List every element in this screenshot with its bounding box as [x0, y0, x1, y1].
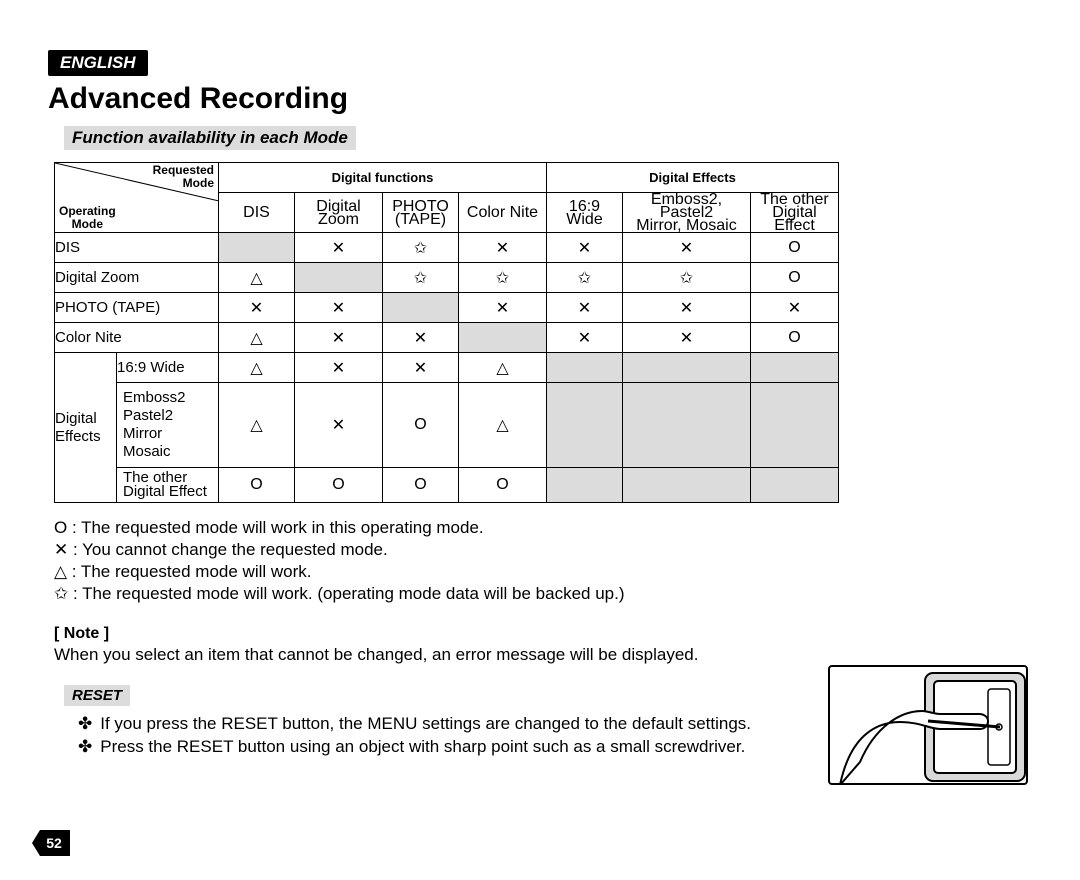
row-colornite: Color Nite: [55, 323, 219, 353]
legend-tri: △ : The requested mode will work.: [54, 561, 1032, 583]
col-photo: PHOTO(TAPE): [383, 193, 459, 233]
reset-illustration: [828, 665, 1028, 785]
row-group-digital-effects: Digital Effects: [55, 353, 117, 503]
cell: ✕: [547, 293, 623, 323]
cell: ✕: [547, 323, 623, 353]
row-wide: 16:9 Wide: [117, 353, 219, 383]
cell: ✩: [383, 233, 459, 263]
cell: △: [219, 353, 295, 383]
col-other: The otherDigital Effect: [751, 193, 839, 233]
cell: ✕: [295, 353, 383, 383]
table-row: DIS ✕ ✩ ✕ ✕ ✕ O: [55, 233, 839, 263]
cell: ✕: [623, 293, 751, 323]
page-title: Advanced Recording: [48, 82, 1032, 116]
cell: O: [295, 468, 383, 503]
cell: ✕: [383, 353, 459, 383]
cell: ✕: [751, 293, 839, 323]
page-number-badge: 52: [32, 830, 70, 856]
col-emboss: Emboss2, Pastel2Mirror, Mosaic: [623, 193, 751, 233]
cell: ✕: [383, 323, 459, 353]
section-subheading: Function availability in each Mode: [64, 126, 356, 150]
legend-x: ✕ : You cannot change the requested mode…: [54, 539, 1032, 561]
cell: ✩: [623, 263, 751, 293]
reset-heading: RESET: [64, 685, 130, 706]
cell: ✕: [295, 293, 383, 323]
cell: ✕: [459, 293, 547, 323]
corner-operating: Operating: [59, 204, 116, 218]
cell: △: [459, 353, 547, 383]
cell: ✕: [459, 233, 547, 263]
col-dzoom: Digital Zoom: [295, 193, 383, 233]
note-body: When you select an item that cannot be c…: [54, 645, 1032, 665]
availability-table: RequestedMode OperatingMode Digital func…: [54, 162, 839, 503]
reset-bullet-2: ✤Press the RESET button using an object …: [78, 735, 751, 758]
diamond-bullet-icon: ✤: [78, 737, 92, 756]
cell: ✕: [547, 233, 623, 263]
corner-requested: Requested: [153, 163, 214, 177]
legend-star: ✩ : The requested mode will work. (opera…: [54, 583, 1032, 605]
table-row: Digital Effects 16:9 Wide △ ✕ ✕ △: [55, 353, 839, 383]
corner-header: RequestedMode OperatingMode: [55, 163, 219, 233]
cell: ✕: [219, 293, 295, 323]
group-digital-functions: Digital functions: [219, 163, 547, 193]
row-other: The otherDigital Effect: [117, 468, 219, 503]
reset-list: ✤If you press the RESET button, the MENU…: [78, 712, 751, 758]
cell: ✕: [295, 233, 383, 263]
cell: O: [751, 233, 839, 263]
row-dzoom: Digital Zoom: [55, 263, 219, 293]
cell: △: [219, 383, 295, 468]
cell: O: [459, 468, 547, 503]
cell: ✩: [459, 263, 547, 293]
col-dis: DIS: [219, 193, 295, 233]
legend-o: O : The requested mode will work in this…: [54, 517, 1032, 539]
cell: ✕: [623, 233, 751, 263]
table-row: PHOTO (TAPE) ✕ ✕ ✕ ✕ ✕ ✕: [55, 293, 839, 323]
cell: ✕: [295, 323, 383, 353]
language-tag: ENGLISH: [48, 50, 148, 76]
col-wide: 16:9Wide: [547, 193, 623, 233]
group-digital-effects: Digital Effects: [547, 163, 839, 193]
row-photo: PHOTO (TAPE): [55, 293, 219, 323]
cell: O: [751, 323, 839, 353]
cell: O: [383, 383, 459, 468]
legend: O : The requested mode will work in this…: [54, 517, 1032, 605]
note-heading: [ Note ]: [54, 625, 1032, 643]
diamond-bullet-icon: ✤: [78, 714, 92, 733]
cell: ✩: [383, 263, 459, 293]
cell: O: [751, 263, 839, 293]
table-row: Emboss2Pastel2MirrorMosaic △ ✕ O △: [55, 383, 839, 468]
row-dis: DIS: [55, 233, 219, 263]
reset-bullet-1: ✤If you press the RESET button, the MENU…: [78, 712, 751, 735]
cell: △: [219, 323, 295, 353]
cell: O: [219, 468, 295, 503]
cell: △: [459, 383, 547, 468]
page-number: 52: [46, 835, 62, 851]
corner-mode-top: Mode: [183, 176, 214, 190]
cell: ✕: [295, 383, 383, 468]
row-emboss: Emboss2Pastel2MirrorMosaic: [117, 383, 219, 468]
cell: O: [383, 468, 459, 503]
corner-mode-bottom: Mode: [72, 217, 103, 231]
table-row: Color Nite △ ✕ ✕ ✕ ✕ O: [55, 323, 839, 353]
cell: ✩: [547, 263, 623, 293]
col-colornite: Color Nite: [459, 193, 547, 233]
cell: △: [219, 263, 295, 293]
table-row: The otherDigital Effect O O O O: [55, 468, 839, 503]
cell: ✕: [623, 323, 751, 353]
table-row: Digital Zoom △ ✩ ✩ ✩ ✩ O: [55, 263, 839, 293]
